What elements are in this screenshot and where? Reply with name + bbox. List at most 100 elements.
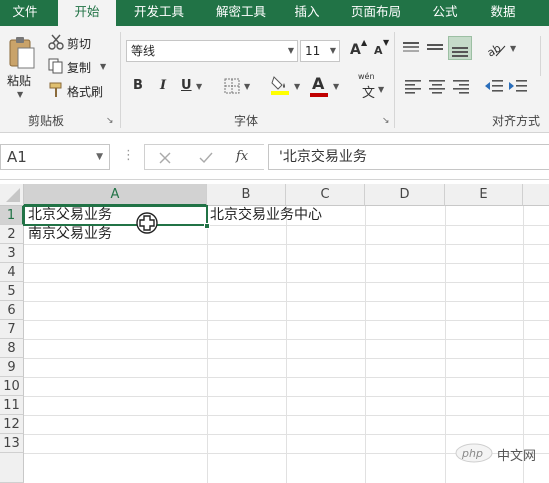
tab-formulas[interactable]: 公式 (420, 0, 470, 26)
borders-dropdown-icon[interactable]: ▼ (244, 82, 250, 91)
watermark-text: 中文网 (497, 449, 537, 464)
column-header-c[interactable]: C (286, 184, 365, 206)
tab-page-layout[interactable]: 页面布局 (336, 0, 416, 26)
more-options-icon: ⋮ (122, 148, 135, 163)
formula-input[interactable]: '北京交易业务 (268, 144, 549, 170)
gridline (24, 377, 549, 378)
copy-button[interactable]: 复制 (67, 59, 91, 76)
align-center-icon[interactable] (428, 78, 446, 94)
tab-data[interactable]: 数据 (478, 0, 528, 26)
underline-dropdown-icon[interactable]: ▼ (196, 82, 202, 91)
insert-function-button[interactable]: fx (236, 149, 248, 164)
gridline (365, 206, 366, 483)
tab-home[interactable]: 开始 (58, 0, 116, 26)
fill-handle[interactable] (204, 223, 210, 229)
enter-check-icon[interactable] (198, 151, 214, 165)
group-divider (394, 32, 395, 128)
align-bottom-button[interactable] (448, 36, 472, 60)
borders-icon[interactable] (224, 78, 240, 94)
scissors-icon[interactable] (48, 34, 64, 50)
format-painter-button[interactable]: 格式刷 (67, 83, 103, 100)
bold-button[interactable]: B (133, 78, 143, 93)
cancel-icon[interactable] (158, 151, 172, 165)
gridline (24, 301, 549, 302)
column-header-d[interactable]: D (365, 184, 445, 206)
orientation-dropdown-icon[interactable]: ▼ (510, 44, 516, 53)
shrink-font-arrow-icon: ▼ (383, 38, 390, 47)
underline-button[interactable]: U (181, 78, 192, 93)
orientation-icon[interactable]: ab (486, 40, 506, 58)
gridline (445, 206, 446, 483)
row-header-13[interactable]: 13 (0, 434, 24, 453)
italic-button[interactable]: I (160, 78, 166, 93)
cell-a2[interactable]: 南京父易业务 (28, 225, 112, 244)
gridline (24, 396, 549, 397)
phonetic-dropdown-icon[interactable]: ▼ (378, 85, 384, 94)
clipboard-group-label: 剪贴板 (28, 114, 65, 128)
tab-file[interactable]: 文件 (0, 0, 50, 26)
row-header-5[interactable]: 5 (0, 282, 24, 301)
font-size-value: 11 (305, 44, 321, 58)
chevron-down-icon[interactable]: ▼ (96, 145, 103, 169)
paste-icon[interactable] (6, 36, 36, 70)
worksheet-grid[interactable]: A B C D E 1 2 3 4 5 6 7 8 9 10 11 12 13 (0, 184, 549, 483)
align-left-icon[interactable] (404, 78, 422, 94)
font-launcher-icon[interactable]: ↘ (382, 116, 390, 126)
copy-dropdown-icon[interactable]: ▼ (100, 62, 106, 71)
decrease-indent-icon[interactable] (484, 78, 504, 94)
font-color-dropdown-icon[interactable]: ▼ (333, 82, 339, 91)
shrink-font-button[interactable]: A (374, 44, 383, 57)
watermark: php 中文网 (455, 441, 549, 467)
font-name-select[interactable]: 等线 ▼ (126, 40, 298, 62)
column-header-f[interactable] (523, 184, 549, 206)
row-header-2[interactable]: 2 (0, 225, 24, 244)
font-size-select[interactable]: 11 ▼ (300, 40, 340, 62)
gridline (24, 320, 549, 321)
column-header-e[interactable]: E (445, 184, 523, 206)
font-color-swatch (310, 93, 328, 97)
tab-developer[interactable]: 开发工具 (120, 0, 198, 26)
paste-button-label[interactable]: 粘贴 (7, 72, 31, 89)
row-header-6[interactable]: 6 (0, 301, 24, 320)
svg-text:ab: ab (486, 41, 503, 58)
increase-indent-icon[interactable] (508, 78, 528, 94)
gridline (24, 282, 549, 283)
column-header-a[interactable]: A (24, 184, 207, 206)
align-bottom-icon (452, 47, 468, 57)
fill-color-dropdown-icon[interactable]: ▼ (294, 82, 300, 91)
row-header-9[interactable]: 9 (0, 358, 24, 377)
gridline (24, 263, 549, 264)
fill-color-icon[interactable] (270, 74, 290, 96)
format-painter-icon[interactable] (48, 82, 64, 98)
cell-b1[interactable]: 北京交易业务中心 (210, 206, 322, 225)
row-header-7[interactable]: 7 (0, 320, 24, 339)
paste-dropdown-icon[interactable]: ▼ (17, 90, 23, 99)
tab-decrypt[interactable]: 解密工具 (202, 0, 280, 26)
row-header-11[interactable]: 11 (0, 396, 24, 415)
cut-button[interactable]: 剪切 (67, 35, 91, 52)
clipboard-launcher-icon[interactable]: ↘ (106, 116, 114, 126)
align-middle-icon[interactable] (426, 40, 444, 56)
row-header-14[interactable] (0, 453, 24, 483)
row-header-1[interactable]: 1 (0, 206, 24, 225)
row-header-10[interactable]: 10 (0, 377, 24, 396)
phonetic-guide-button[interactable]: 文 (362, 82, 375, 101)
align-right-icon[interactable] (452, 78, 470, 94)
column-header-b[interactable]: B (207, 184, 286, 206)
copy-icon[interactable] (48, 58, 64, 74)
gridline (24, 358, 549, 359)
tab-insert[interactable]: 插入 (285, 0, 329, 26)
row-header-4[interactable]: 4 (0, 263, 24, 282)
grow-font-button[interactable]: A (350, 42, 361, 58)
phonetic-guide-top[interactable]: wén (358, 72, 375, 81)
row-header-8[interactable]: 8 (0, 339, 24, 358)
row-header-12[interactable]: 12 (0, 415, 24, 434)
select-all-button[interactable] (0, 184, 24, 206)
name-box[interactable]: A1 ▼ (0, 144, 110, 170)
gridline (24, 434, 549, 435)
grow-font-arrow-icon: ▲ (361, 38, 368, 47)
font-color-button[interactable]: A (312, 74, 324, 93)
row-header-3[interactable]: 3 (0, 244, 24, 263)
align-top-icon[interactable] (402, 40, 420, 56)
formula-bar: A1 ▼ ⋮ fx '北京交易业务 (0, 134, 549, 180)
